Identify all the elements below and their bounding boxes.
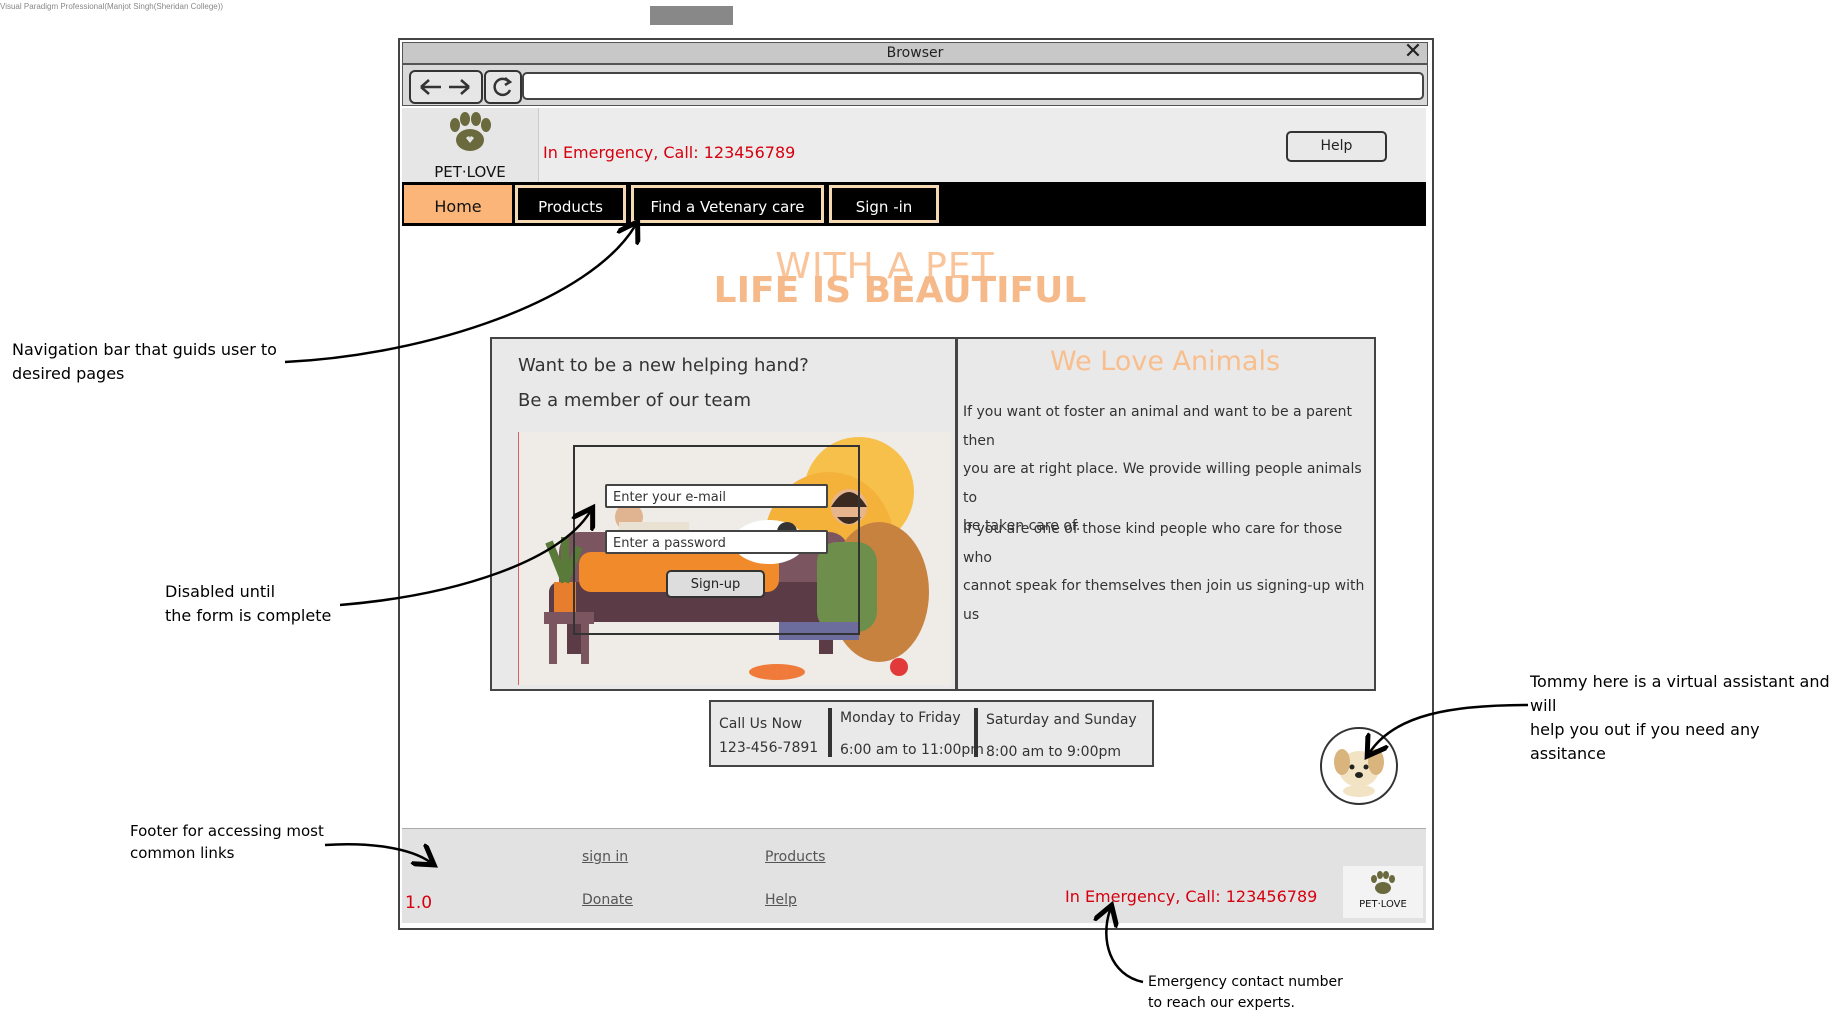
arrow-emergency <box>1106 910 1144 984</box>
arrow-assistant <box>1370 703 1529 752</box>
arrow-footer <box>324 843 430 862</box>
arrow-nav <box>284 226 635 364</box>
annotation-arrows <box>284 0 1529 984</box>
arrow-disabled <box>339 512 590 607</box>
